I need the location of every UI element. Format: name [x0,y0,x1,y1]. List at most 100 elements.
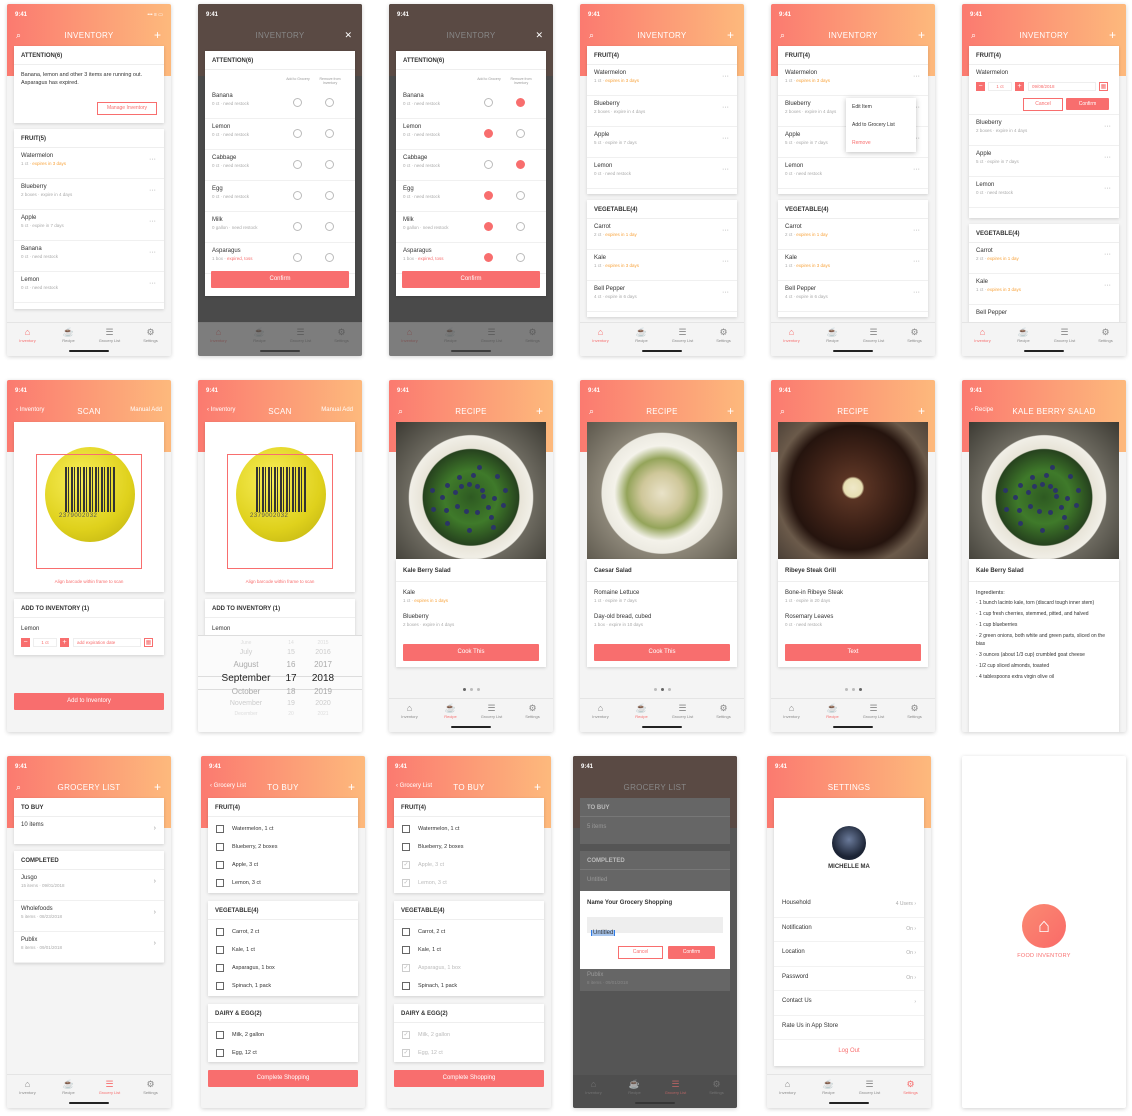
checkbox[interactable] [402,982,410,990]
checkbox[interactable]: ✓ [402,861,410,869]
remove-from-inventory-radio[interactable] [325,129,334,138]
tab-recipe[interactable]: ☕ Recipe [48,1079,89,1095]
list-item[interactable]: Bell Pepper 4 ct · expire in 6 days ··· [587,281,737,312]
more-icon[interactable]: ··· [149,156,156,163]
tab-inventory[interactable]: ⌂ Inventory [580,703,621,719]
checkbox[interactable] [402,825,410,833]
grocery-item[interactable]: Watermelon, 1 ct [394,821,544,839]
tab-grocery-list[interactable]: ☰ Grocery List [1044,327,1085,343]
grocery-item[interactable]: ✓ Asparagus, 1 box [394,960,544,978]
grocery-item[interactable]: Carrot, 2 ct [394,924,544,942]
tab-grocery-list[interactable]: ☰ Grocery List [853,703,894,719]
checkbox[interactable] [216,861,224,869]
more-icon[interactable]: ··· [722,227,729,234]
checkbox[interactable] [402,946,410,954]
recipe-card[interactable]: Ribeye Steak Grill Bone-in Ribeye Steak 1 … [778,559,928,667]
tab-settings[interactable]: ⚙ Settings [512,703,553,719]
add-icon[interactable]: + [727,28,734,42]
list-item[interactable]: Jusgo 15 items · 09/01/2018 › [14,870,164,901]
to-buy-row[interactable]: 10 items › [14,817,164,848]
add-to-grocery-radio[interactable] [484,222,493,231]
more-icon[interactable]: ··· [722,289,729,296]
list-item[interactable]: Apple 5 ct · expire in 7 days ··· [14,210,164,241]
remove-from-inventory-radio[interactable] [516,253,525,262]
grocery-item[interactable]: Carrot, 2 ct [208,924,358,942]
tab-inventory[interactable]: ⌂ Inventory [962,327,1003,343]
settings-row-notification[interactable]: Notification On › [774,918,924,942]
list-item[interactable]: Bell Pepper 4 ct · expire in 6 days ··· [778,281,928,312]
grocery-item[interactable]: ✓ Egg, 12 ct [394,1045,544,1063]
tab-recipe[interactable]: ☕ Recipe [430,703,471,719]
decrement-button[interactable]: − [976,82,985,91]
list-item[interactable]: Carrot 2 ct · expires in 1 day ··· [587,219,737,250]
add-to-grocery-radio[interactable] [484,129,493,138]
list-item[interactable]: Banana 0 ct · need restock ··· [14,241,164,272]
grocery-item[interactable]: Asparagus, 1 box [208,960,358,978]
remove-from-inventory-radio[interactable] [516,129,525,138]
calendar-icon[interactable]: ▦ [144,638,153,647]
tab-inventory[interactable]: ⌂ Inventory [771,327,812,343]
more-icon[interactable]: ··· [1104,282,1111,289]
tab-recipe[interactable]: ☕ Recipe [812,703,853,719]
list-item[interactable]: Apple 5 ct · expire in 7 days ··· [587,127,737,158]
list-item[interactable]: Lemon 0 ct · need restock ··· [587,158,737,189]
checkbox[interactable]: ✓ [402,1049,410,1057]
remove-from-inventory-radio[interactable] [325,191,334,200]
day-wheel[interactable]: 14 15 16 17 18 19 20 [278,640,304,720]
manage-inventory-button[interactable]: Manage Inventory [97,102,157,115]
checkbox[interactable] [216,1031,224,1039]
more-icon[interactable]: ··· [722,166,729,173]
grocery-item[interactable]: Spinach, 1 pack [394,978,544,996]
more-icon[interactable]: ··· [1104,154,1111,161]
settings-row-password[interactable]: Password On › [774,967,924,991]
close-icon[interactable]: ✕ [535,30,543,41]
list-item[interactable]: Blueberry 2 boxes · expire in 4 days ··· [14,179,164,210]
tab-inventory[interactable]: ⌂ Inventory [7,1079,48,1095]
add-to-grocery-radio[interactable] [293,222,302,231]
list-item[interactable]: Carrot 2 ct · expires in 1 day ··· [969,243,1119,274]
tab-grocery-list[interactable]: ☰ Grocery List [89,327,130,343]
cook-this-button[interactable]: Text [785,644,921,661]
tab-grocery-list[interactable]: ☰ Grocery List [853,327,894,343]
checkbox[interactable] [216,825,224,833]
checkbox[interactable] [216,879,224,887]
remove-from-inventory-radio[interactable] [325,160,334,169]
tab-recipe[interactable]: ☕ Recipe [621,327,662,343]
recipe-card[interactable]: Kale Berry Salad Kale 1 ct · expires in 1 … [396,559,546,667]
recipe-card[interactable]: Caesar Salad Romaine Lettuce 1 ct · expire… [587,559,737,667]
list-item[interactable]: Apple 5 ct · expire in 7 days ··· [969,146,1119,177]
add-to-grocery-radio[interactable] [484,160,493,169]
page-indicator[interactable] [580,678,744,696]
tab-recipe[interactable]: ☕ Recipe [614,1079,655,1095]
more-icon[interactable]: ··· [149,218,156,225]
add-icon[interactable]: + [1109,28,1116,42]
add-to-grocery-option[interactable]: Add to Grocery List [846,116,916,134]
more-icon[interactable]: ··· [913,166,920,173]
more-icon[interactable]: ··· [913,73,920,80]
quantity-field[interactable]: 1 ct [33,638,57,647]
remove-from-inventory-radio[interactable] [325,98,334,107]
checkbox[interactable] [216,843,224,851]
add-icon[interactable]: + [154,28,161,42]
remove-from-inventory-radio[interactable] [516,160,525,169]
tab-grocery-list[interactable]: ☰ Grocery List [662,703,703,719]
tab-recipe[interactable]: ☕ Recipe [239,327,280,343]
settings-row-contact-us[interactable]: Contact Us › [774,991,924,1016]
tab-settings[interactable]: ⚙ Settings [696,1079,737,1095]
tab-settings[interactable]: ⚙ Settings [703,327,744,343]
confirm-button[interactable]: Confirm [211,271,349,288]
list-item[interactable]: Watermelon 1 ct · expires in 3 days ··· [14,148,164,179]
grocery-item[interactable]: Watermelon, 1 ct [208,821,358,839]
edit-item-option[interactable]: Edit Item [846,98,916,116]
date-field[interactable]: 09/08/2018 [1028,82,1096,91]
list-item[interactable]: Watermelon 1 ct · expires in 3 days ··· [587,65,737,96]
tab-inventory[interactable]: ⌂ Inventory [771,703,812,719]
tab-inventory[interactable]: ⌂ Inventory [389,327,430,343]
cancel-button[interactable]: Cancel [1023,98,1063,111]
tab-recipe[interactable]: ☕ Recipe [1003,327,1044,343]
add-to-inventory-button[interactable]: Add to Inventory [14,693,164,710]
tab-settings[interactable]: ⚙ Settings [512,327,553,343]
tab-inventory[interactable]: ⌂ Inventory [7,327,48,343]
tab-inventory[interactable]: ⌂ Inventory [389,703,430,719]
add-to-grocery-radio[interactable] [293,98,302,107]
